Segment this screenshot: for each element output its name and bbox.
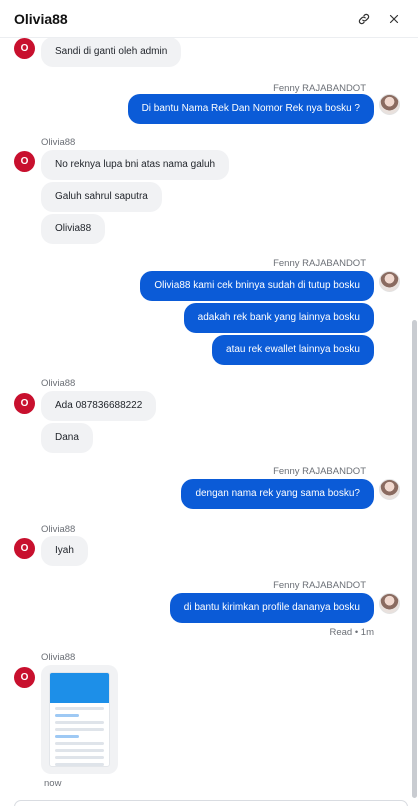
- sender-name: Olivia88: [41, 378, 76, 389]
- sender-name: Fenny RAJABANDOT: [273, 83, 366, 94]
- sender-name: Olivia88: [41, 524, 76, 535]
- sender-name: Fenny RAJABANDOT: [273, 258, 366, 269]
- customer-avatar: O: [14, 667, 35, 688]
- customer-avatar: O: [14, 393, 35, 414]
- read-receipt: Read • 1m: [329, 627, 374, 638]
- incoming-message: Iyah: [41, 536, 88, 566]
- message-input[interactable]: [14, 800, 408, 806]
- agent-avatar: [379, 479, 400, 500]
- agent-avatar: [379, 94, 400, 115]
- outgoing-message: Di bantu Nama Rek Dan Nomor Rek nya bosk…: [127, 94, 374, 124]
- agent-avatar: [379, 271, 400, 292]
- outgoing-message: Olivia88 kami cek bninya sudah di tutup …: [140, 271, 374, 301]
- customer-avatar: O: [14, 538, 35, 559]
- close-icon[interactable]: [384, 9, 404, 29]
- sender-name: Fenny RAJABANDOT: [273, 580, 366, 591]
- incoming-message: Ada 087836688222: [41, 391, 157, 421]
- message-thread[interactable]: O Sandi di ganti oleh admin Fenny RAJABA…: [0, 38, 410, 798]
- link-icon[interactable]: [354, 9, 374, 29]
- outgoing-message: atau rek ewallet lainnya bosku: [212, 335, 374, 365]
- chat-header: Olivia88: [0, 0, 418, 38]
- incoming-message: Galuh sahrul saputra: [41, 182, 162, 212]
- sender-name: Fenny RAJABANDOT: [273, 466, 366, 477]
- image-attachment[interactable]: [41, 665, 118, 774]
- screenshot-thumbnail: [49, 672, 110, 767]
- sender-name: Olivia88: [41, 137, 76, 148]
- sender-name: Olivia88: [41, 652, 76, 663]
- incoming-message: No reknya lupa bni atas nama galuh: [41, 150, 230, 180]
- outgoing-message: adakah rek bank yang lainnya bosku: [183, 303, 374, 333]
- outgoing-message: dengan nama rek yang sama bosku?: [181, 479, 374, 509]
- incoming-message: Sandi di ganti oleh admin: [41, 38, 182, 67]
- agent-avatar: [379, 593, 400, 614]
- incoming-message: Dana: [41, 423, 93, 453]
- scrollbar[interactable]: [412, 320, 417, 798]
- outgoing-message: di bantu kirimkan profile dananya bosku: [169, 593, 374, 623]
- customer-avatar: O: [14, 38, 35, 59]
- message-time: now: [44, 778, 62, 789]
- chat-title: Olivia88: [14, 10, 68, 27]
- customer-avatar: O: [14, 151, 35, 172]
- incoming-message: Olivia88: [41, 214, 106, 244]
